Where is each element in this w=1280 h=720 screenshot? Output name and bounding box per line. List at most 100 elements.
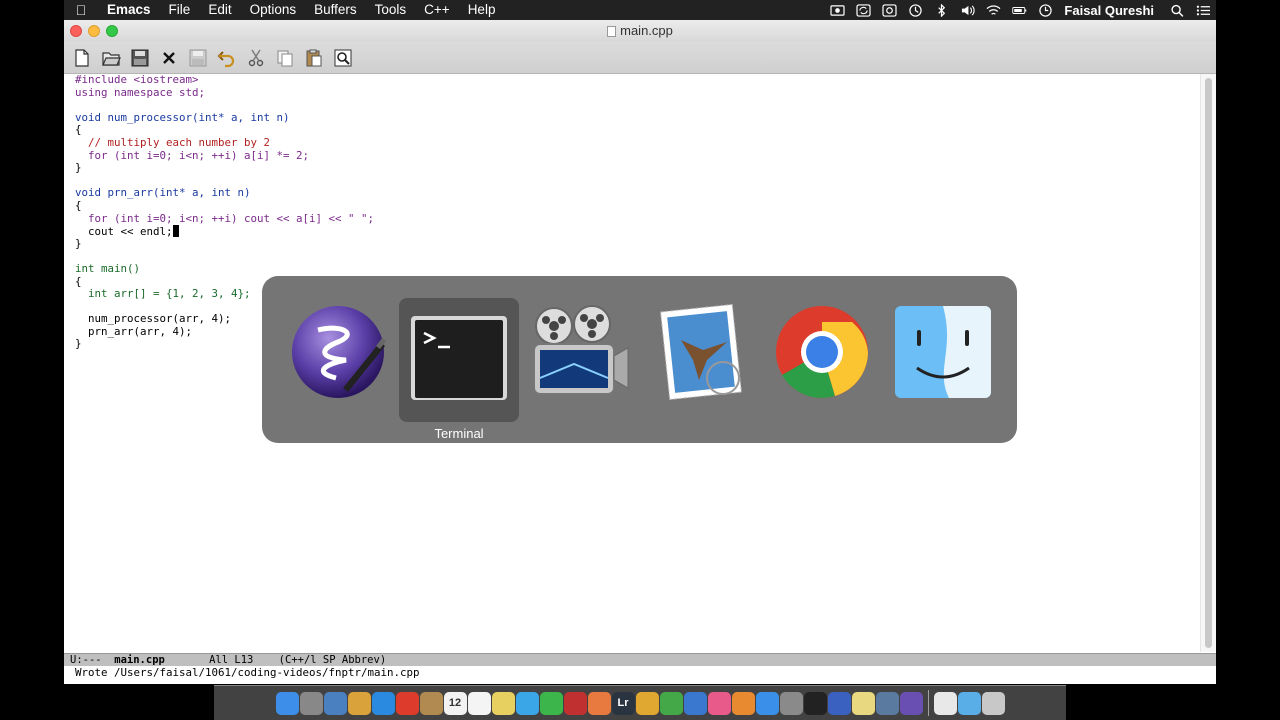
dock-calendar-icon[interactable]: 12 [443, 691, 467, 715]
imovie-icon [533, 305, 629, 395]
dock-safari-icon[interactable] [371, 691, 395, 715]
code-line: using namespace std; [75, 85, 206, 99]
window-title: main.cpp [607, 20, 673, 42]
code-line-current: cout << endl; [75, 225, 1200, 238]
close-window-button[interactable] [70, 25, 82, 37]
modeline-buffer-name[interactable]: main.cpp [114, 654, 165, 666]
switcher-app-mail[interactable] [641, 298, 761, 422]
app-switcher: Terminal [262, 276, 1017, 443]
dock-downloads-folder-icon[interactable] [957, 691, 981, 715]
new-file-icon[interactable] [70, 46, 93, 69]
switcher-app-terminal[interactable]: Terminal [399, 298, 519, 441]
text-cursor [172, 225, 179, 238]
copy-icon[interactable] [273, 46, 296, 69]
chrome-icon [776, 306, 868, 398]
dock: 12 Lr [214, 685, 1066, 720]
dock-imovie-icon[interactable] [875, 691, 899, 715]
save-disk-icon[interactable] [128, 46, 151, 69]
cut-icon[interactable] [244, 46, 267, 69]
code-line: } [75, 161, 82, 175]
search-icon[interactable] [331, 46, 354, 69]
desktop:  Emacs File Edit Options Buffers Tools … [0, 0, 1280, 720]
menu-edit[interactable]: Edit [199, 0, 240, 20]
vertical-scrollbar[interactable] [1200, 74, 1216, 652]
close-x-icon[interactable] [157, 46, 180, 69]
dock-photo-booth-icon[interactable] [563, 691, 587, 715]
code-line: for (int i=0; i<n; ++i) cout << a[i] << … [75, 211, 375, 225]
switcher-app-imovie[interactable] [520, 298, 640, 422]
dock-notes-icon[interactable] [467, 691, 491, 715]
emacs-icon [292, 306, 386, 398]
dock-itunes-icon[interactable] [707, 691, 731, 715]
camera-icon[interactable] [876, 0, 902, 20]
code-line: int main() [75, 261, 141, 275]
dock-document-icon[interactable] [933, 691, 957, 715]
modeline-modes[interactable]: (C++/l SP Abbrev) [279, 654, 386, 666]
bluetooth-icon[interactable] [928, 0, 954, 20]
dock-xcode-icon[interactable] [827, 691, 851, 715]
notification-center-icon[interactable] [1190, 0, 1216, 20]
dock-stickies-icon[interactable] [491, 691, 515, 715]
switcher-selected-label: Terminal [434, 426, 484, 441]
zoom-window-button[interactable] [106, 25, 118, 37]
menu-help[interactable]: Help [459, 0, 505, 20]
dock-separator [927, 690, 929, 716]
dock-trash-icon[interactable] [981, 691, 1005, 715]
dock-lightroom-icon[interactable]: Lr [611, 691, 635, 715]
minimize-window-button[interactable] [88, 25, 100, 37]
dock-preview-icon[interactable] [323, 691, 347, 715]
dock-contacts-icon[interactable] [419, 691, 443, 715]
dock-emacs-icon[interactable] [899, 691, 923, 715]
mail-icon [660, 303, 742, 400]
screen-record-icon[interactable] [824, 0, 850, 20]
toolbar [64, 42, 1216, 74]
dock-app-store-icon[interactable] [755, 691, 779, 715]
switcher-app-finder[interactable] [883, 298, 1003, 422]
code-line: #include <iostream> [75, 73, 199, 86]
volume-icon[interactable] [954, 0, 980, 20]
time-machine-icon[interactable] [902, 0, 928, 20]
save-as-icon[interactable] [186, 46, 209, 69]
dock-launchpad-icon[interactable] [299, 691, 323, 715]
code-line: void num_processor(int* a, int n) [75, 110, 290, 124]
dock-finder-icon[interactable] [275, 691, 299, 715]
switcher-app-chrome[interactable] [762, 298, 882, 422]
user-name[interactable]: Faisal Qureshi [1058, 3, 1164, 18]
dock-system-preferences-icon[interactable] [779, 691, 803, 715]
dock-facetime-icon[interactable] [539, 691, 563, 715]
code-line: void prn_arr(int* a, int n) [75, 186, 251, 200]
open-folder-icon[interactable] [99, 46, 122, 69]
dock-numbers-icon[interactable] [659, 691, 683, 715]
dock-photos-icon[interactable] [587, 691, 611, 715]
battery-icon[interactable] [1006, 0, 1032, 20]
menu-buffers[interactable]: Buffers [305, 0, 366, 20]
dock-pages-icon[interactable] [635, 691, 659, 715]
menu-options[interactable]: Options [241, 0, 306, 20]
dock-keynote-icon[interactable] [683, 691, 707, 715]
paste-icon[interactable] [302, 46, 325, 69]
terminal-icon [411, 316, 507, 400]
dock-ibooks-icon[interactable] [731, 691, 755, 715]
mode-line: U:--- main.cpp All L13 (C++/l SP Abbrev) [64, 653, 1216, 666]
window-title-text: main.cpp [620, 23, 673, 38]
dock-skype-icon[interactable] [347, 691, 371, 715]
undo-icon[interactable] [215, 46, 238, 69]
dock-chrome-icon[interactable] [395, 691, 419, 715]
menu-cpp[interactable]: C++ [415, 0, 459, 20]
scrollbar-thumb[interactable] [1205, 78, 1212, 648]
clock-icon[interactable] [1032, 0, 1058, 20]
sync-icon[interactable] [850, 0, 876, 20]
switcher-app-emacs[interactable] [278, 298, 398, 422]
modeline-status: U:--- [70, 654, 102, 666]
dock-stickies-note-icon[interactable] [851, 691, 875, 715]
finder-icon [895, 306, 991, 398]
menu-bar:  Emacs File Edit Options Buffers Tools … [64, 0, 1216, 20]
menu-tools[interactable]: Tools [366, 0, 416, 20]
spotlight-search-icon[interactable] [1164, 0, 1190, 20]
menu-file[interactable]: File [160, 0, 200, 20]
dock-messages-icon[interactable] [515, 691, 539, 715]
wifi-icon[interactable] [980, 0, 1006, 20]
dock-terminal-icon[interactable] [803, 691, 827, 715]
menu-app-emacs[interactable]: Emacs [98, 0, 160, 20]
apple-menu-icon[interactable]:  [64, 2, 98, 18]
